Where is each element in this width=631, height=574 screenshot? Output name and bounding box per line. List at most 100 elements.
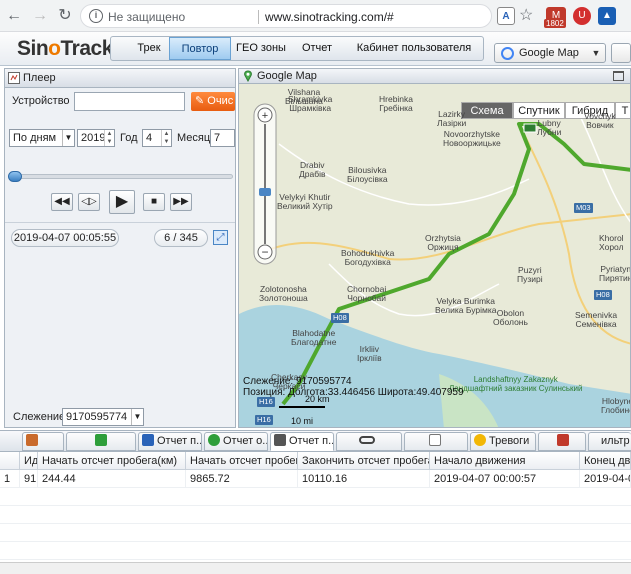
bookmark-star-icon[interactable]: ☆	[519, 5, 533, 25]
play-button[interactable]: ▶	[109, 190, 135, 214]
device-field[interactable]	[74, 92, 185, 111]
device-label: Устройство	[12, 95, 70, 107]
translate-icon[interactable]: A	[497, 7, 515, 25]
player-title: Плеер	[23, 72, 56, 84]
column-header[interactable]: Ид	[20, 452, 38, 470]
tab-alarms[interactable]: Тревоги	[470, 432, 536, 451]
maptype-satellite[interactable]: Спутник	[513, 102, 565, 119]
tab-favorites[interactable]	[66, 432, 136, 451]
reload-icon[interactable]: ↻	[55, 6, 75, 26]
google-map-icon	[244, 70, 252, 82]
maptype-terrain[interactable]: Т	[615, 102, 630, 119]
tab-export[interactable]	[538, 432, 586, 451]
spinner-icon[interactable]: ▲ ▼	[161, 130, 171, 146]
highway-badge: H16	[257, 397, 275, 407]
nav-replay[interactable]: Повтор	[169, 37, 231, 60]
table-row	[0, 488, 631, 506]
clear-button[interactable]: ✎ Очис	[191, 92, 235, 111]
player-icon	[8, 72, 20, 84]
playback-slider[interactable]	[9, 174, 233, 179]
table-cell[interactable]: 9865.72	[186, 470, 298, 488]
slider-handle[interactable]	[8, 171, 22, 182]
table-cell[interactable]: 244.44	[38, 470, 186, 488]
table-cell[interactable]: 2019-04-07	[580, 470, 631, 488]
month-value: 4	[146, 132, 153, 144]
extension-icon[interactable]: ▲	[598, 7, 616, 25]
spinner-icon[interactable]: ▲ ▼	[104, 130, 114, 146]
document-icon	[429, 434, 441, 446]
map-header: Google Map	[239, 69, 630, 84]
stop-button[interactable]: ■	[143, 193, 165, 211]
maptype-schema[interactable]: Схема	[461, 102, 513, 119]
clear-button-label: Очис	[207, 95, 234, 107]
info-icon[interactable]: i	[89, 9, 103, 23]
table-cell[interactable]: 1	[0, 470, 20, 488]
map-provider-label: Google Map	[519, 47, 579, 59]
nav-geozones[interactable]: ГЕО зоны	[233, 37, 289, 60]
browser-toolbar: ← → ↻ i Не защищено www.sinotracking.com…	[0, 0, 631, 32]
table-row	[0, 524, 631, 542]
table-cell[interactable]: 2019-04-07 00:00:57	[430, 470, 580, 488]
town-label: Semenivka Семенівка	[575, 310, 618, 329]
table-cell[interactable]: 10110.16	[298, 470, 430, 488]
fast-forward-icon: ▶▶	[173, 196, 189, 207]
month-field[interactable]: 4 ▲ ▼	[142, 129, 172, 147]
table-cell[interactable]: 91	[20, 470, 38, 488]
map-provider-select[interactable]: Google Map ▼	[494, 43, 606, 63]
town-label: Orzhytsia Оржиця	[425, 233, 461, 252]
town-label: Bilousivka Білоусівка	[347, 165, 388, 184]
column-header[interactable]: Конец движ	[580, 452, 631, 470]
rewind-button[interactable]: ◀◀	[51, 193, 73, 211]
column-header[interactable]: Закончить отсчет пробега(к	[298, 452, 430, 470]
report-mileage-icon	[274, 434, 286, 446]
fast-forward-button[interactable]: ▶▶	[170, 193, 192, 211]
nav-user-cabinet[interactable]: Кабинет пользователя	[345, 37, 483, 60]
tab-home[interactable]	[22, 432, 64, 451]
horizontal-scrollbar[interactable]	[0, 562, 631, 574]
day-field[interactable]: 7	[210, 129, 235, 147]
highway-badge: H08	[331, 313, 349, 323]
expand-icon[interactable]: ⤢	[213, 230, 228, 245]
town-label: Novoorzhytske Новооржицьке	[443, 129, 501, 148]
back-arrow-icon[interactable]: ←	[4, 6, 24, 26]
step-button[interactable]: ◁▷	[78, 193, 100, 211]
tab-glasses[interactable]	[336, 432, 402, 451]
day-value: 7	[214, 132, 221, 144]
adblock-icon[interactable]: U	[573, 7, 591, 25]
zoom-handle[interactable]	[259, 188, 271, 196]
tracking-select[interactable]: 9170595774 ▼	[62, 408, 144, 426]
column-header[interactable]: Начало движения	[430, 452, 580, 470]
column-header[interactable]: Начать отсчет пробега(км)	[38, 452, 186, 470]
vehicle-marker[interactable]	[523, 123, 537, 133]
google-icon	[501, 47, 514, 60]
zoom-in-glyph: +	[262, 110, 268, 122]
header-menu-button[interactable]	[611, 43, 631, 63]
town-label: Velyka Burimka Велика Бурімка	[435, 296, 497, 315]
main-navigation: Трек Повтор ГЕО зоны Отчет Кабинет польз…	[110, 36, 484, 61]
window-icon[interactable]	[613, 71, 624, 81]
column-header[interactable]	[0, 452, 20, 470]
town-label: Chornobai Чорнобай	[347, 284, 387, 303]
address-bar[interactable]: i Не защищено www.sinotracking.com/#	[80, 4, 492, 28]
tab-filter[interactable]: ильтр	[588, 432, 631, 451]
town-label: Lubny Лубни	[537, 118, 562, 137]
town-label: Shramkivka Шрамківка	[288, 94, 333, 113]
town-label: Pyriatyn Пирятин	[599, 264, 631, 283]
scale-bar	[279, 406, 325, 408]
forward-arrow-icon[interactable]: →	[30, 6, 50, 26]
year-field[interactable]: 2019 ▲ ▼	[77, 129, 115, 147]
rewind-icon: ◀◀	[54, 196, 70, 207]
town-label: Puzyri Пузирі	[517, 265, 543, 284]
pencil-icon: ✎	[195, 95, 205, 107]
tab-report-p[interactable]: Отчет п...	[138, 432, 202, 451]
zoom-out-glyph: −	[261, 245, 268, 259]
url-text[interactable]: www.sinotracking.com/#	[265, 10, 394, 24]
nav-track[interactable]: Трек	[127, 37, 171, 60]
tab-document[interactable]	[404, 432, 468, 451]
period-select[interactable]: По дням ▼	[9, 129, 75, 147]
column-header[interactable]: Начать отсчет пробега(	[186, 452, 298, 470]
tab-report-o[interactable]: Отчет о...	[204, 432, 268, 451]
nav-report[interactable]: Отчет	[295, 37, 339, 60]
period-value: По дням	[13, 132, 57, 144]
tab-report-mileage[interactable]: Отчет п...	[270, 432, 334, 451]
